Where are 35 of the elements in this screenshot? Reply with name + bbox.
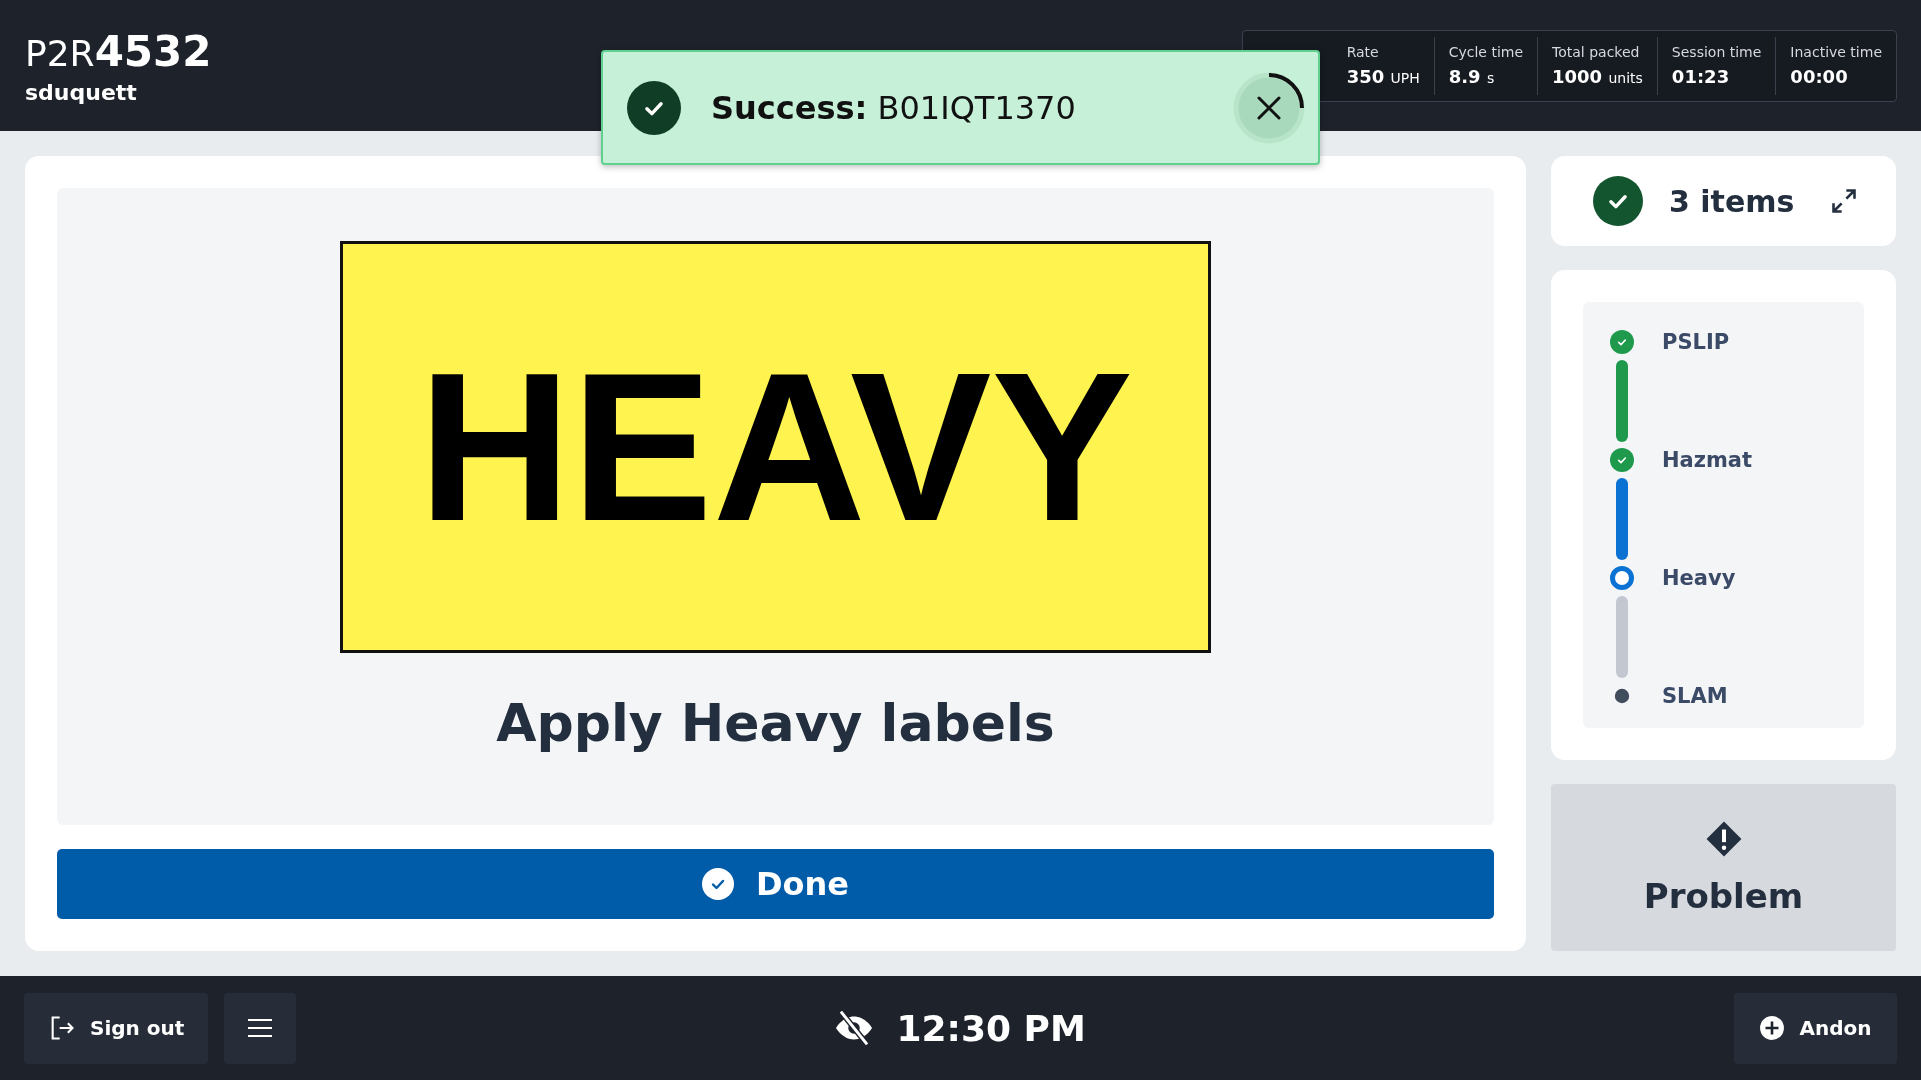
stat-value: 01:23	[1671, 66, 1731, 87]
stat-value: 1000 units	[1552, 66, 1643, 87]
menu-button[interactable]	[224, 992, 297, 1064]
close-button[interactable]	[1232, 70, 1306, 145]
sign-out-button[interactable]: Sign out	[24, 992, 209, 1064]
step-label: PSLIP	[1662, 330, 1730, 354]
expand-icon[interactable]	[1830, 187, 1859, 215]
eye-slash-icon[interactable]	[834, 1010, 875, 1046]
user-name: sduquett	[25, 79, 138, 105]
stat-value: 00:00	[1790, 66, 1849, 87]
check-circle-icon	[702, 868, 734, 900]
done-button[interactable]: Done	[57, 849, 1494, 919]
problem-button[interactable]: Problem	[1551, 784, 1896, 951]
stat-label: Rate	[1346, 44, 1380, 60]
station-id: P2R4532	[25, 26, 212, 76]
stat-label: Inactive time	[1790, 44, 1882, 60]
success-check-icon	[627, 80, 681, 135]
warning-diamond-icon	[1704, 819, 1743, 858]
plus-circle-icon	[1759, 1015, 1786, 1041]
clock-time: 12:30 PM	[896, 1007, 1086, 1049]
instruction-text: Apply Heavy labels	[496, 693, 1055, 753]
stat-label: Session time	[1671, 44, 1762, 60]
menu-icon	[247, 1017, 274, 1039]
step-label: Heavy	[1662, 566, 1736, 590]
stat-value: 350 UPH	[1346, 66, 1420, 87]
stat-label: Total packed	[1552, 44, 1641, 60]
stat-value: 8.9 s	[1448, 66, 1496, 87]
item-count: 3 items	[1669, 183, 1795, 219]
heavy-label-sign: HEAVY	[340, 241, 1211, 653]
check-circle-icon	[1593, 176, 1643, 226]
step-label: Hazmat	[1662, 448, 1753, 472]
toast-message: Success: B01IQT1370	[711, 88, 1077, 127]
andon-button[interactable]: Andon	[1734, 992, 1897, 1064]
step-label: SLAM	[1662, 684, 1728, 708]
stat-label: Cycle time	[1448, 44, 1524, 60]
